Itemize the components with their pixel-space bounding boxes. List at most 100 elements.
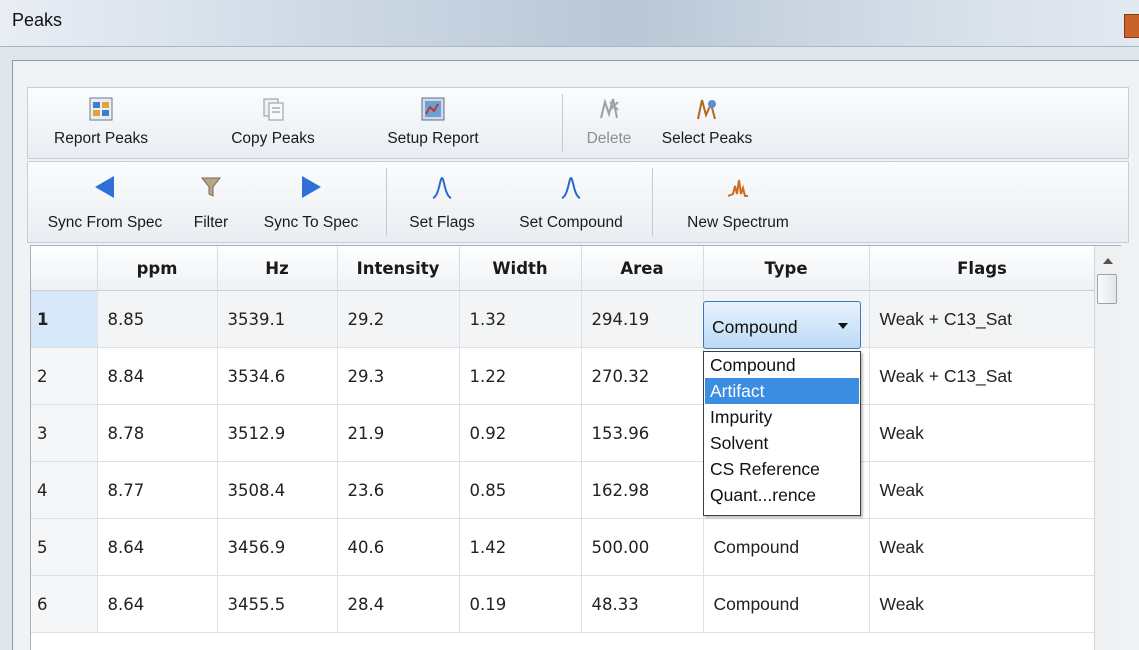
cell-flags[interactable]: Weak: [869, 575, 1096, 633]
type-option-cs-reference[interactable]: CS Reference: [705, 456, 859, 482]
copy-peaks-icon: [263, 98, 284, 121]
toolbar-separator: [386, 168, 387, 236]
table-row[interactable]: 4 8.77 3508.4 23.6 0.85 162.98 Weak: [31, 461, 1096, 519]
cell-hz[interactable]: 3534.6: [217, 347, 338, 405]
new-spectrum-button[interactable]: New Spectrum: [658, 162, 818, 242]
cell-flags[interactable]: Weak + C13_Sat: [869, 347, 1096, 405]
cell-area[interactable]: 153.96: [581, 404, 704, 462]
report-peaks-button[interactable]: Report Peaks: [34, 88, 168, 158]
cell-flags[interactable]: Weak: [869, 461, 1096, 519]
cell-intensity[interactable]: 40.6: [337, 518, 460, 576]
close-icon[interactable]: [1124, 14, 1139, 38]
table-header-row: ppm Hz Intensity Width Area Type Flags: [31, 246, 1096, 291]
cell-hz[interactable]: 3539.1: [217, 290, 338, 348]
set-flags-button[interactable]: Set Flags: [392, 162, 492, 242]
report-peaks-icon: [89, 97, 113, 121]
cell-hz[interactable]: 3456.9: [217, 518, 338, 576]
vertical-scrollbar[interactable]: [1094, 246, 1121, 650]
cell-intensity[interactable]: 29.2: [337, 290, 460, 348]
table-row[interactable]: 3 8.78 3512.9 21.9 0.92 153.96 Weak: [31, 404, 1096, 462]
row-number[interactable]: 4: [31, 461, 98, 519]
cell-ppm[interactable]: 8.85: [97, 290, 218, 348]
filter-icon: [200, 177, 222, 197]
cell-area[interactable]: 294.19: [581, 290, 704, 348]
column-header-flags[interactable]: Flags: [869, 246, 1096, 291]
set-compound-icon: [561, 176, 581, 199]
column-header-ppm[interactable]: ppm: [97, 246, 218, 291]
cell-intensity[interactable]: 21.9: [337, 404, 460, 462]
new-spectrum-icon: [727, 179, 748, 197]
filter-button[interactable]: Filter: [180, 162, 242, 242]
cell-type[interactable]: Compound: [703, 575, 870, 633]
cell-ppm[interactable]: 8.84: [97, 347, 218, 405]
cell-hz[interactable]: 3512.9: [217, 404, 338, 462]
column-header-hz[interactable]: Hz: [217, 246, 338, 291]
select-peaks-button[interactable]: Select Peaks: [652, 88, 762, 158]
cell-type[interactable]: Compound: [703, 518, 870, 576]
cell-width[interactable]: 1.32: [459, 290, 582, 348]
row-number[interactable]: 1: [31, 290, 98, 348]
set-flags-icon: [432, 176, 452, 199]
type-combobox-value: Compound: [712, 317, 798, 337]
peaks-toolbar-bottom: Sync From Spec Filter Sync To Spec Set F…: [27, 161, 1129, 243]
row-number[interactable]: 2: [31, 347, 98, 405]
delete-icon: [600, 98, 619, 119]
delete-button[interactable]: Delete: [574, 88, 644, 158]
column-header-width[interactable]: Width: [459, 246, 582, 291]
table-row[interactable]: 2 8.84 3534.6 29.3 1.22 270.32 Weak + C1…: [31, 347, 1096, 405]
cell-intensity[interactable]: 28.4: [337, 575, 460, 633]
cell-width[interactable]: 1.22: [459, 347, 582, 405]
table-row[interactable]: 1 8.85 3539.1 29.2 1.32 294.19 Weak + C1…: [31, 290, 1096, 348]
type-option-compound[interactable]: Compound: [705, 352, 859, 378]
copy-peaks-button[interactable]: Copy Peaks: [214, 88, 332, 158]
setup-report-button[interactable]: Setup Report: [366, 88, 500, 158]
window-title: Peaks: [12, 10, 63, 30]
sync-from-spec-button[interactable]: Sync From Spec: [32, 162, 178, 242]
cell-area[interactable]: 48.33: [581, 575, 704, 633]
filter-label: Filter: [193, 214, 229, 231]
peaks-table-container: ppm Hz Intensity Width Area Type Flags 1…: [30, 245, 1121, 650]
column-header-intensity[interactable]: Intensity: [337, 246, 460, 291]
scroll-up-icon[interactable]: [1103, 258, 1113, 264]
cell-width[interactable]: 0.92: [459, 404, 582, 462]
cell-flags[interactable]: Weak + C13_Sat: [869, 290, 1096, 348]
type-option-impurity[interactable]: Impurity: [705, 404, 859, 430]
sync-to-spec-button[interactable]: Sync To Spec: [244, 162, 378, 242]
cell-area[interactable]: 162.98: [581, 461, 704, 519]
title-bar: Peaks: [0, 0, 1139, 47]
cell-flags[interactable]: Weak: [869, 404, 1096, 462]
row-number[interactable]: 5: [31, 518, 98, 576]
chevron-down-icon[interactable]: [838, 323, 848, 329]
table-row[interactable]: 5 8.64 3456.9 40.6 1.42 500.00 Compound …: [31, 518, 1096, 576]
set-compound-label: Set Compound: [519, 214, 623, 231]
table-row[interactable]: 6 8.64 3455.5 28.4 0.19 48.33 Compound W…: [31, 575, 1096, 633]
cell-ppm[interactable]: 8.64: [97, 518, 218, 576]
cell-hz[interactable]: 3455.5: [217, 575, 338, 633]
column-header-type[interactable]: Type: [703, 246, 870, 291]
cell-width[interactable]: 0.85: [459, 461, 582, 519]
cell-ppm[interactable]: 8.64: [97, 575, 218, 633]
cell-width[interactable]: 1.42: [459, 518, 582, 576]
type-option-artifact[interactable]: Artifact: [705, 378, 859, 404]
cell-ppm[interactable]: 8.77: [97, 461, 218, 519]
cell-ppm[interactable]: 8.78: [97, 404, 218, 462]
cell-intensity[interactable]: 23.6: [337, 461, 460, 519]
type-option-solvent[interactable]: Solvent: [705, 430, 859, 456]
column-header-rownum[interactable]: [31, 246, 98, 291]
delete-label: Delete: [586, 130, 632, 147]
cell-intensity[interactable]: 29.3: [337, 347, 460, 405]
cell-width[interactable]: 0.19: [459, 575, 582, 633]
row-number[interactable]: 6: [31, 575, 98, 633]
cell-flags[interactable]: Weak: [869, 518, 1096, 576]
cell-area[interactable]: 270.32: [581, 347, 704, 405]
type-combobox[interactable]: Compound: [703, 301, 861, 349]
scrollbar-thumb[interactable]: [1097, 274, 1117, 304]
column-header-area[interactable]: Area: [581, 246, 704, 291]
cell-hz[interactable]: 3508.4: [217, 461, 338, 519]
type-dropdown-list: Compound Artifact Impurity Solvent CS Re…: [703, 351, 861, 516]
set-compound-button[interactable]: Set Compound: [496, 162, 646, 242]
type-option-quant-reference[interactable]: Quant...rence: [705, 482, 859, 508]
arrow-right-icon: [302, 176, 321, 198]
row-number[interactable]: 3: [31, 404, 98, 462]
cell-area[interactable]: 500.00: [581, 518, 704, 576]
